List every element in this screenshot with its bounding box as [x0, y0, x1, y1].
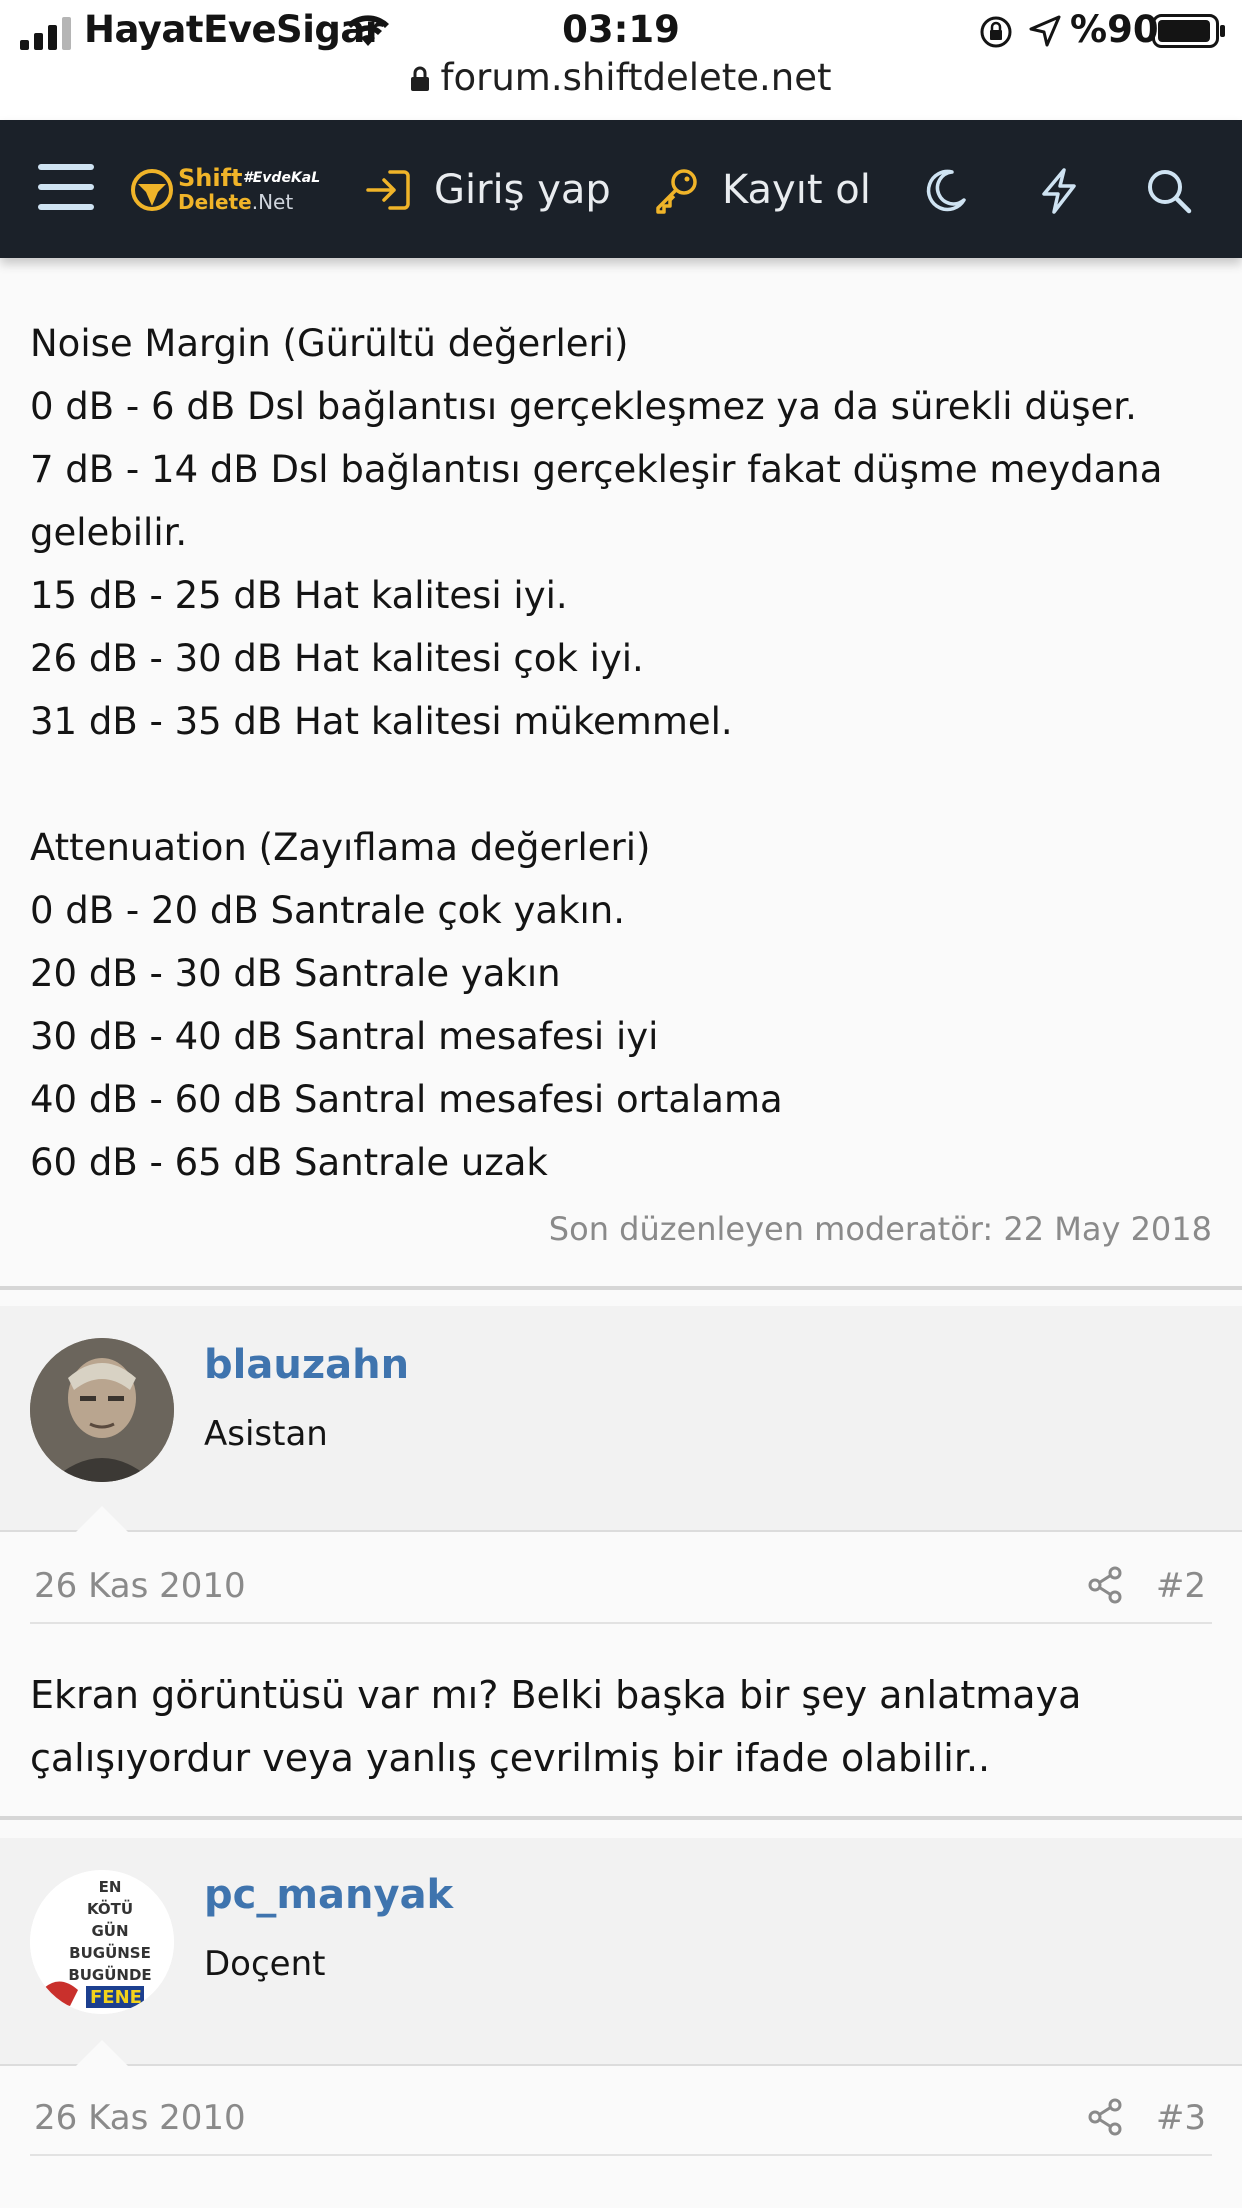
url-text: forum.shiftdelete.net	[440, 56, 832, 99]
battery-percent: %90	[1070, 8, 1159, 51]
svg-text:EN: EN	[99, 1878, 122, 1896]
logo-net-suffix: .Net	[251, 190, 294, 214]
lock-icon	[411, 66, 430, 91]
share-icon[interactable]	[1086, 1566, 1124, 1604]
user-title: Doçent	[204, 1944, 326, 1984]
status-bar: HayatEveSigar 03:19 %90 forum.shiftdelet…	[0, 0, 1242, 120]
logo-delete-text: Delete.Net	[178, 190, 293, 214]
logo-shift-text: Shift	[178, 164, 243, 192]
post-line: 60 dB - 65 dB Santrale uzak	[30, 1141, 548, 1184]
logo-icon	[131, 169, 173, 211]
post-line: 30 dB - 40 dB Santral mesafesi iyi	[30, 1015, 659, 1058]
svg-text:FENE: FENE	[90, 1987, 142, 2008]
share-icon[interactable]	[1086, 2098, 1124, 2136]
user-block-pointer	[76, 1506, 128, 1532]
post-line: 20 dB - 30 dB Santrale yakın	[30, 952, 561, 995]
svg-text:GÜN: GÜN	[91, 1921, 128, 1940]
svg-text:KÖTÜ: KÖTÜ	[87, 1899, 133, 1918]
post-number-link[interactable]: #3	[1156, 2098, 1206, 2138]
post-line: 40 dB - 60 dB Santral mesafesi ortalama	[30, 1078, 783, 1121]
battery-icon	[1152, 14, 1225, 48]
post-line: 0 dB - 20 dB Santrale çok yakın.	[30, 889, 625, 932]
svg-text:BUGÜNDE: BUGÜNDE	[68, 1965, 151, 1984]
avatar[interactable]: EN KÖTÜ GÜN BUGÜNSE BUGÜNDE FENE	[30, 1870, 174, 2014]
user-block: EN KÖTÜ GÜN BUGÜNSE BUGÜNDE FENE pc_many…	[0, 1838, 1242, 2066]
user-block-pointer	[76, 2040, 128, 2066]
avatar-portrait-icon	[30, 1338, 174, 1482]
username-link[interactable]: pc_manyak	[204, 1872, 453, 1918]
reply-line: çalışıyordur veya yanlış çevrilmiş bir i…	[30, 1736, 991, 1780]
reply-line: Ekran görüntüsü var mı? Belki başka bir …	[30, 1673, 1082, 1717]
site-logo[interactable]: Shift #EvdeKaL Delete.Net	[128, 164, 321, 216]
search-icon[interactable]	[1146, 168, 1192, 214]
menu-icon[interactable]	[38, 162, 94, 212]
user-block: blauzahn Asistan	[0, 1306, 1242, 1532]
reply-content: Ekran görüntüsü var mı? Belki başka bir …	[30, 1664, 1220, 1790]
login-link[interactable]: Giriş yap	[364, 162, 611, 218]
svg-text:BUGÜNSE: BUGÜNSE	[69, 1943, 151, 1962]
avatar-image: EN KÖTÜ GÜN BUGÜNSE BUGÜNDE FENE	[30, 1870, 174, 2014]
post-meta: 26 Kas 2010 #2	[30, 1560, 1212, 1624]
post-line: gelebilir.	[30, 511, 188, 554]
post-line: 15 dB - 25 dB Hat kalitesi iyi.	[30, 574, 568, 617]
post-content: Noise Margin (Gürültü değerleri) 0 dB - …	[30, 312, 1220, 1194]
post-line: 26 dB - 30 dB Hat kalitesi çok iyi.	[30, 637, 644, 680]
register-label: Kayıt ol	[722, 167, 871, 213]
post-line: 31 dB - 35 dB Hat kalitesi mükemmel.	[30, 700, 733, 743]
post-date[interactable]: 26 Kas 2010	[34, 1566, 246, 1606]
post-line-blank	[30, 753, 1220, 816]
login-label: Giriş yap	[434, 167, 611, 213]
post-number-link[interactable]: #2	[1156, 1566, 1206, 1606]
location-arrow-icon	[1029, 15, 1061, 47]
address-bar[interactable]: forum.shiftdelete.net	[0, 56, 1242, 99]
avatar[interactable]	[30, 1338, 174, 1482]
edited-note: Son düzenleyen moderatör: 22 May 2018	[548, 1210, 1212, 1248]
post-line: Noise Margin (Gürültü değerleri)	[30, 322, 629, 365]
post-line: 7 dB - 14 dB Dsl bağlantısı gerçekleşir …	[30, 448, 1163, 491]
rotation-lock-icon	[980, 16, 1012, 48]
logo-hashtag: #EvdeKaL	[243, 170, 321, 186]
post-line: Attenuation (Zayıflama değerleri)	[30, 826, 651, 869]
register-link[interactable]: Kayıt ol	[652, 162, 871, 218]
user-title: Asistan	[204, 1414, 328, 1454]
post-line: 0 dB - 6 dB Dsl bağlantısı gerçekleşmez …	[30, 385, 1137, 428]
post-date[interactable]: 26 Kas 2010	[34, 2098, 246, 2138]
post-separator	[0, 1286, 1242, 1290]
post-meta: 26 Kas 2010 #3	[30, 2092, 1212, 2156]
moon-icon[interactable]	[922, 168, 968, 214]
post-separator	[0, 1816, 1242, 1820]
username-link[interactable]: blauzahn	[204, 1342, 409, 1388]
key-icon	[656, 169, 697, 214]
lightning-icon[interactable]	[1036, 168, 1082, 214]
site-header: Shift #EvdeKaL Delete.Net Giriş yap Kayı…	[0, 120, 1242, 258]
logo-delete-word: Delete	[178, 190, 252, 214]
sign-in-icon	[366, 170, 410, 210]
